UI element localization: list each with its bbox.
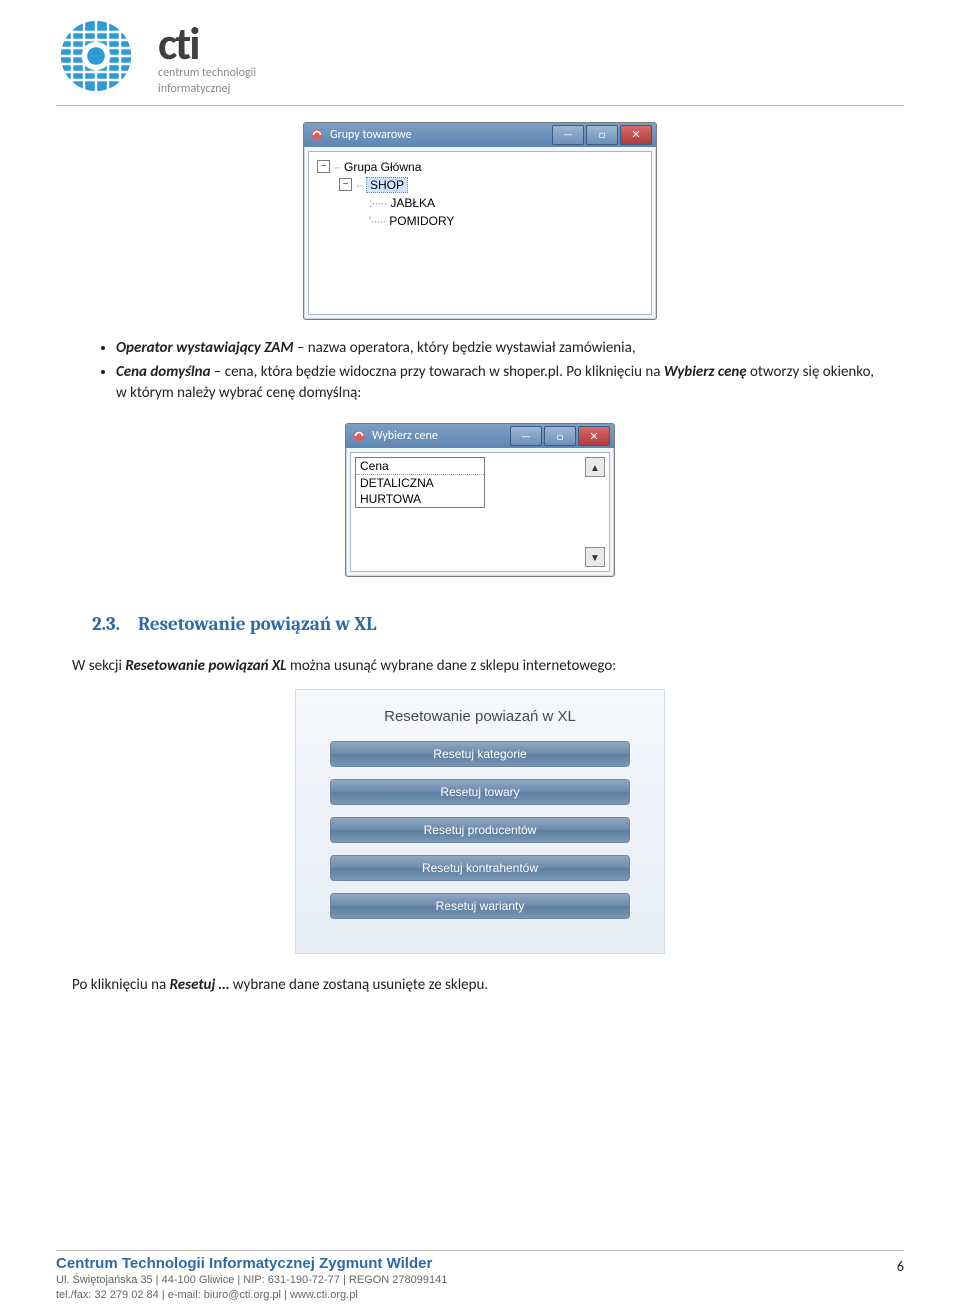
tree-root-row[interactable]: − ·· Grupa Główna — [317, 158, 643, 176]
bullet-item: Operator wystawiający ZAM – nazwa operat… — [116, 338, 888, 360]
reset-contractors-button[interactable]: Resetuj kontrahentów — [330, 855, 630, 881]
price-option[interactable]: HURTOWA — [356, 491, 484, 507]
window-price-titlebar[interactable]: Wybierz cene — □ ✕ — [346, 424, 614, 448]
bullet-item: Cena domyślna – cena, która będzie widoc… — [116, 362, 888, 406]
bullet-term: Cena domyślna — [116, 363, 210, 381]
price-option[interactable]: DETALICZNA — [356, 475, 484, 491]
tree-leaf-label: POMIDORY — [389, 214, 454, 228]
maximize-button[interactable]: □ — [544, 426, 576, 446]
price-option[interactable]: Cena — [356, 458, 484, 475]
window-groups: Grupy towarowe — □ ✕ − ·· Grupa Główna −… — [303, 122, 657, 320]
close-button[interactable]: ✕ — [578, 426, 610, 446]
app-icon — [352, 429, 366, 443]
paragraph: W sekcji Resetowanie powiązań XL można u… — [72, 657, 888, 675]
minimize-button[interactable]: — — [510, 426, 542, 446]
paragraph-em: Resetuj … — [170, 976, 230, 994]
tree-leaf-row[interactable]: :····· JABŁKA — [317, 194, 643, 212]
page-footer: Centrum Technologii Informatycznej Zygmu… — [56, 1232, 904, 1303]
bullet-text: – cena, która będzie widoczna przy towar… — [210, 363, 663, 381]
reset-categories-button[interactable]: Resetuj kategorie — [330, 741, 630, 767]
maximize-button[interactable]: □ — [586, 125, 618, 145]
reset-panel: Resetowanie powiazań w XL Resetuj katego… — [295, 689, 665, 954]
window-price-body: Cena DETALICZNA HURTOWA ▲ ▼ — [350, 452, 610, 572]
scroll-down-button[interactable]: ▼ — [585, 547, 605, 567]
cti-circle-logo-icon — [56, 16, 136, 96]
window-groups-titlebar[interactable]: Grupy towarowe — □ ✕ — [304, 123, 656, 147]
footer-line-2: tel./fax: 32 279 02 84 | e-mail: biuro@c… — [56, 1288, 904, 1303]
bullet-list: Operator wystawiający ZAM – nazwa operat… — [72, 338, 888, 405]
logo-text: cti centrum technologii informatycznej — [158, 16, 256, 97]
bullet-text: – nazwa operatora, który będzie wystawia… — [294, 339, 636, 357]
bullet-term: Operator wystawiający ZAM — [116, 339, 294, 357]
reset-variants-button[interactable]: Resetuj warianty — [330, 893, 630, 919]
tree-level1-row[interactable]: − ·· SHOP — [317, 176, 643, 194]
paragraph-em: Resetowanie powiązań XL — [125, 657, 286, 675]
app-icon — [310, 128, 324, 142]
tree-leaf-row[interactable]: '····· POMIDORY — [317, 212, 643, 230]
tree-root-label: Grupa Główna — [344, 160, 421, 174]
window-groups-body: − ·· Grupa Główna − ·· SHOP :····· JABŁK… — [308, 151, 652, 315]
collapse-icon[interactable]: − — [339, 178, 352, 191]
close-button[interactable]: ✕ — [620, 125, 652, 145]
window-groups-title: Grupy towarowe — [330, 128, 412, 142]
scroll-up-button[interactable]: ▲ — [585, 457, 605, 477]
header-divider — [56, 105, 904, 106]
tree-selected-label: SHOP — [366, 177, 408, 193]
tree-leaf-label: JABŁKA — [390, 196, 435, 210]
section-number: 2.3. — [92, 613, 138, 635]
reset-products-button[interactable]: Resetuj towary — [330, 779, 630, 805]
price-listbox[interactable]: Cena DETALICZNA HURTOWA — [355, 457, 485, 508]
page-number: 6 — [897, 1258, 904, 1275]
window-price: Wybierz cene — □ ✕ Cena DETALICZNA HURTO… — [345, 423, 615, 577]
section-title: Resetowanie powiązań w XL — [138, 613, 376, 635]
reset-panel-title: Resetowanie powiazań w XL — [310, 708, 650, 725]
logo-subtitle-1: centrum technologii — [158, 67, 256, 81]
window-price-title: Wybierz cene — [372, 429, 438, 443]
section-heading: 2.3.Resetowanie powiązań w XL — [92, 613, 888, 635]
footer-line-1: Ul. Świętojańska 35 | 44-100 Gliwice | N… — [56, 1273, 904, 1288]
bullet-em: Wybierz cenę — [664, 363, 747, 381]
header-logo-area: cti centrum technologii informatycznej — [56, 0, 904, 97]
footer-title: Centrum Technologii Informatycznej Zygmu… — [56, 1255, 904, 1273]
logo-wordmark: cti — [158, 24, 256, 65]
minimize-button[interactable]: — — [552, 125, 584, 145]
reset-producers-button[interactable]: Resetuj producentów — [330, 817, 630, 843]
logo-subtitle-2: informatycznej — [158, 83, 256, 97]
collapse-icon[interactable]: − — [317, 160, 330, 173]
footer-divider — [56, 1250, 904, 1251]
paragraph: Po kliknięciu na Resetuj … wybrane dane … — [72, 976, 888, 994]
